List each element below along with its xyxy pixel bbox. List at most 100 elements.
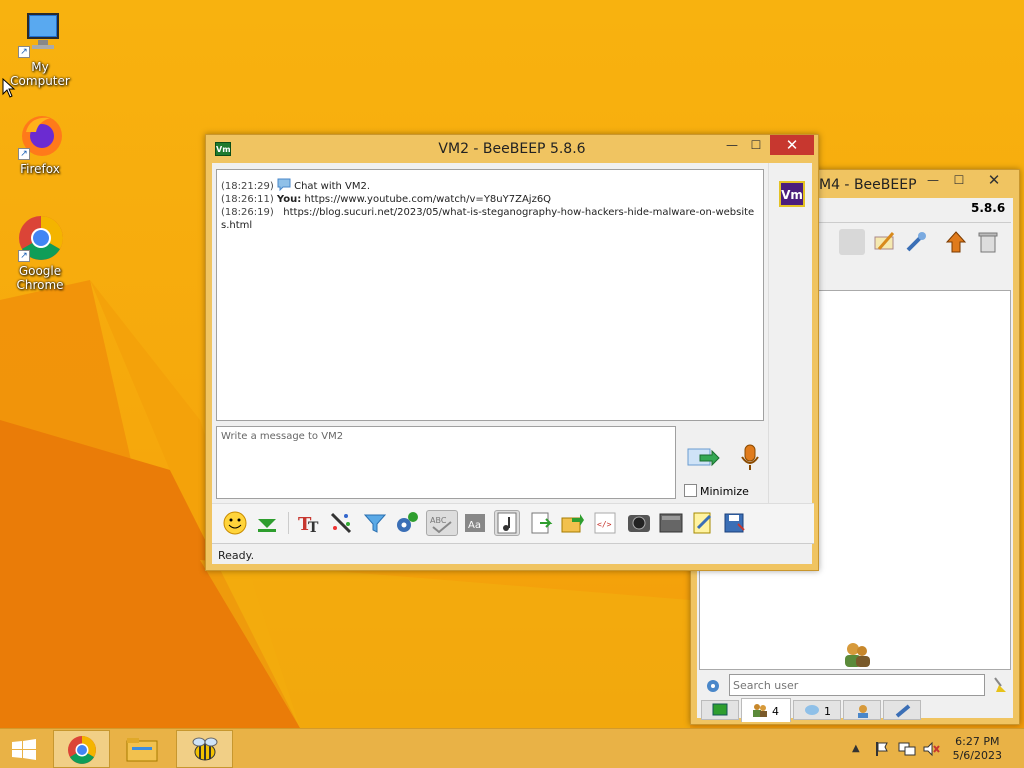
vm4-minimize-button[interactable]: — [923, 170, 943, 190]
minimize-label: Minimize [700, 485, 749, 498]
vm2-close-button[interactable]: ✕ [770, 135, 814, 155]
chat-line: (18:26:19) https://blog.sucuri.net/2023/… [221, 206, 759, 232]
vm2-beebeep-window[interactable]: Vm VM2 - BeeBEEP 5.8.6 — ☐ ✕ (18:21:29) … [205, 134, 819, 571]
search-user-input[interactable] [729, 674, 985, 696]
tools-icon[interactable] [903, 229, 929, 255]
chat-line: (18:26:11) You: https://www.youtube.com/… [221, 193, 759, 206]
message-placeholder: Write a message to VM2 [221, 431, 344, 442]
vm2-minimize-button[interactable]: — [722, 135, 742, 155]
chat-text: Chat with VM2. [294, 181, 371, 192]
status-text: Ready. [218, 549, 255, 562]
desktop-icon-chrome[interactable]: ↗ Google Chrome [0, 214, 80, 292]
chat-members-pane: Vm [768, 163, 814, 503]
svg-text:ABC: ABC [430, 516, 447, 525]
svg-text:</>: </> [597, 520, 612, 529]
svg-text:T: T [308, 520, 319, 536]
camera-icon[interactable] [626, 510, 652, 536]
desktop-icon-label: My Computer [10, 60, 70, 88]
microphone-icon[interactable] [738, 443, 762, 476]
tab-users[interactable]: 4 [741, 698, 791, 722]
upload-icon[interactable] [943, 229, 969, 255]
notes-icon[interactable] [690, 510, 716, 536]
network-icon[interactable] [898, 741, 916, 760]
volume-muted-icon[interactable] [922, 741, 940, 760]
pencil-icon[interactable] [871, 229, 897, 255]
send-folder-icon[interactable] [560, 510, 586, 536]
chat-link[interactable]: https://www.youtube.com/watch/v=Y8uY7ZAj… [304, 194, 551, 205]
trash-icon[interactable] [975, 229, 1001, 255]
vm4-maximize-button[interactable]: ☐ [949, 170, 969, 190]
screenshot-icon[interactable] [658, 510, 684, 536]
spellcheck-icon[interactable]: ABC [426, 510, 458, 536]
system-clock[interactable]: 6:27 PM 5/6/2023 [953, 735, 1002, 763]
tab-chats-count: 1 [824, 705, 831, 718]
clock-time: 6:27 PM [955, 735, 1000, 748]
tab-users-count: 4 [772, 705, 779, 718]
folder-icon [126, 738, 158, 762]
send-message-icon[interactable] [686, 443, 720, 476]
bee-icon [192, 737, 218, 761]
toolbar-separator [288, 512, 289, 534]
shortcut-arrow-icon: ↗ [18, 148, 30, 160]
firefox-icon: ↗ [16, 112, 64, 160]
chat-log[interactable]: (18:21:29) Chat with VM2. (18:26:11) You… [216, 169, 764, 421]
minimize-checkbox[interactable] [684, 484, 697, 497]
vm2-maximize-button[interactable]: ☐ [746, 135, 766, 155]
tab-shares[interactable] [883, 700, 921, 720]
vm4-toolbar-button[interactable] [839, 229, 865, 255]
chat-line: (18:21:29) Chat with VM2. [221, 178, 759, 193]
vm4-tabbar: 4 1 [699, 698, 1011, 722]
windows-logo-icon [12, 739, 36, 760]
shortcut-arrow-icon: ↗ [18, 250, 30, 262]
save-file-icon[interactable] [528, 510, 554, 536]
vm2-titlebar[interactable]: Vm VM2 - BeeBEEP 5.8.6 — ☐ ✕ [206, 135, 818, 163]
computer-icon: ↗ [16, 10, 64, 58]
mouse-cursor-icon [2, 78, 16, 98]
taskbar-chrome[interactable] [53, 730, 110, 768]
message-input[interactable]: Write a message to VM2 [216, 426, 676, 499]
chat-timestamp: (18:26:11) [221, 194, 274, 205]
vm2-toolbar: TT ABC Aa </> [212, 503, 814, 543]
taskbar-beebeep[interactable] [176, 730, 233, 768]
code-tag-icon[interactable]: </> [592, 510, 618, 536]
download-arrow-icon[interactable] [254, 510, 280, 536]
font-icon[interactable]: TT [296, 510, 322, 536]
desktop-icon-my-computer[interactable]: ↗ My Computer [0, 10, 80, 88]
status-bar: Ready. [212, 543, 814, 566]
vm4-window-title: M4 - BeeBEEP [819, 177, 917, 193]
users-icon [845, 643, 870, 667]
chrome-icon [68, 736, 96, 764]
chat-sender: You: [276, 194, 302, 205]
chat-timestamp: (18:26:19) [221, 207, 274, 218]
chrome-icon: ↗ [16, 214, 64, 262]
clock-date: 5/6/2023 [952, 749, 1002, 762]
action-center-flag-icon[interactable] [874, 741, 890, 760]
tab-chats[interactable]: 1 [793, 700, 841, 720]
save-disk-icon[interactable] [722, 510, 748, 536]
tab-network[interactable] [701, 700, 739, 720]
vm2-client-area: (18:21:29) Chat with VM2. (18:26:11) You… [212, 163, 814, 566]
shortcut-arrow-icon: ↗ [18, 46, 30, 58]
tab-groups[interactable] [843, 700, 881, 720]
vm4-version-label: 5.8.6 [971, 201, 1006, 215]
gear-icon[interactable] [705, 678, 721, 697]
chat-timestamp: (18:21:29) [221, 181, 274, 192]
svg-text:Aa: Aa [468, 520, 481, 531]
settings-gear-icon[interactable] [394, 510, 420, 536]
desktop-icon-label: Firefox [20, 162, 60, 176]
taskbar-file-explorer[interactable] [114, 730, 171, 768]
vm4-close-button[interactable]: ✕ [973, 170, 1015, 190]
color-brush-icon[interactable] [328, 510, 354, 536]
show-hidden-icons-icon[interactable]: ▲ [852, 743, 860, 754]
music-note-icon[interactable] [494, 510, 520, 536]
desktop-icon-firefox[interactable]: ↗ Firefox [0, 112, 80, 176]
chat-bubble-icon [277, 178, 291, 192]
desktop-icon-label: Google Chrome [16, 264, 64, 292]
font-style-icon[interactable]: Aa [462, 510, 488, 536]
filter-icon[interactable] [362, 510, 388, 536]
chat-link[interactable]: https://blog.sucuri.net/2023/05/what-is-… [221, 207, 754, 231]
start-button[interactable] [0, 730, 48, 768]
broom-icon[interactable] [991, 676, 1009, 697]
emoticon-icon[interactable] [222, 510, 248, 536]
vm2-avatar[interactable]: Vm [779, 181, 805, 207]
